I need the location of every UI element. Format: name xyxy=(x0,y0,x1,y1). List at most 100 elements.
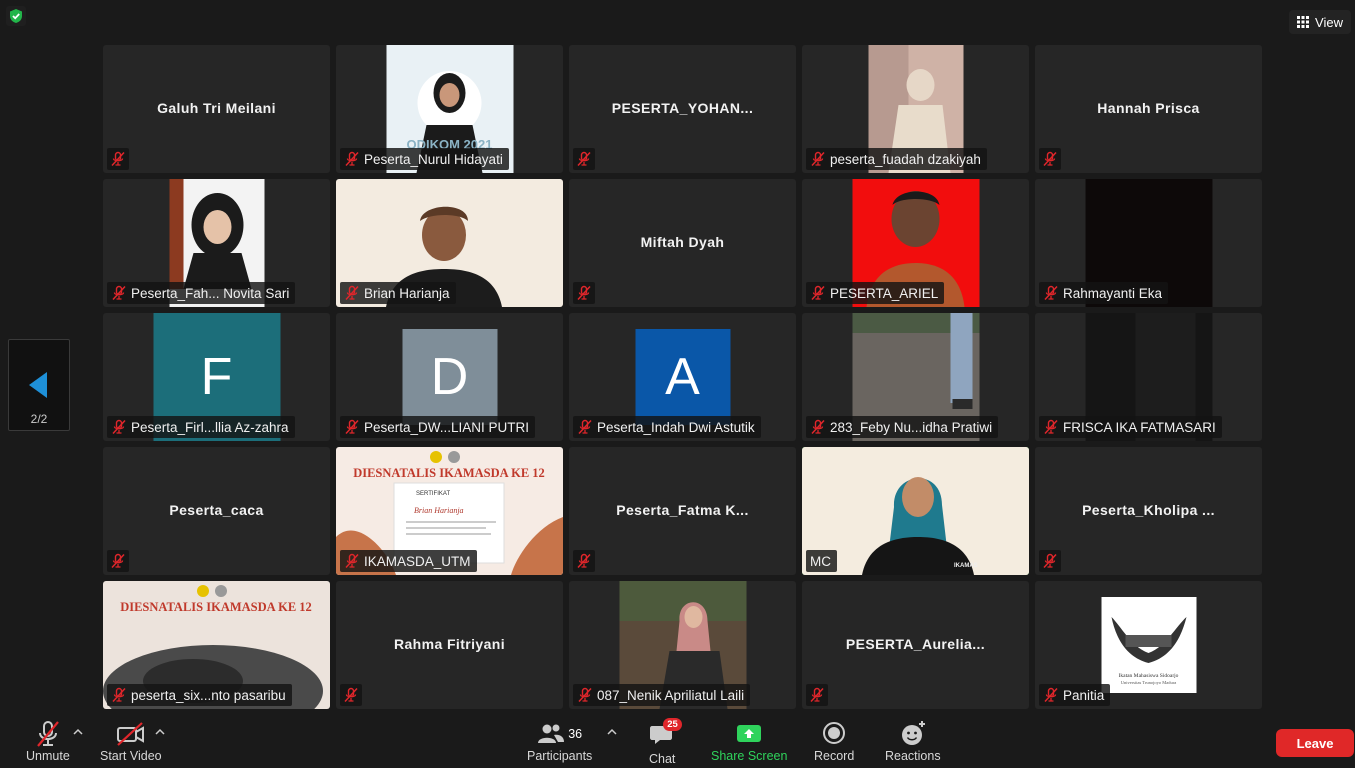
shirt-text: IKAMAS xyxy=(954,563,978,569)
participant-tile[interactable]: Miftah Dyah xyxy=(569,179,796,307)
participant-tile[interactable]: F Peserta_Firl...llia Az-zahra xyxy=(103,313,330,441)
participant-name: peserta_six...nto pasaribu xyxy=(131,687,286,703)
view-button[interactable]: View xyxy=(1289,10,1351,34)
record-label: Record xyxy=(814,749,855,763)
participant-tile[interactable]: D Peserta_DW...LIANI PUTRI xyxy=(336,313,563,441)
reactions-label: Reactions xyxy=(885,749,941,763)
participant-tile[interactable]: Peserta_Fah... Novita Sari xyxy=(103,179,330,307)
muted-mic-icon xyxy=(577,553,591,569)
participant-name-tag: IKAMASDA_UTM xyxy=(340,550,477,572)
participant-name-tag: FRISCA IKA FATMASARI xyxy=(1039,416,1222,438)
participants-options-chevron-up-icon[interactable] xyxy=(607,728,617,736)
share-screen-button[interactable]: Share Screen xyxy=(711,720,787,763)
participant-tile[interactable]: A Peserta_Indah Dwi Astutik xyxy=(569,313,796,441)
participant-name-large: Rahma Fitriyani xyxy=(393,636,506,653)
leave-button[interactable]: Leave xyxy=(1276,729,1354,757)
security-shield-icon[interactable] xyxy=(6,6,26,26)
participant-tile[interactable]: Peserta_caca xyxy=(103,447,330,575)
muted-mic-icon xyxy=(345,419,359,435)
participant-name-tag: Brian Harianja xyxy=(340,282,456,304)
participant-name-large: Galuh Tri Meilani xyxy=(157,100,276,117)
muted-mic-icon xyxy=(1044,419,1058,435)
participant-name-tag: peserta_fuadah dzakiyah xyxy=(806,148,987,170)
record-icon xyxy=(823,722,846,744)
chat-unread-badge: 25 xyxy=(663,718,682,731)
participant-name: IKAMASDA_UTM xyxy=(364,553,471,569)
participant-name-tag: Peserta_DW...LIANI PUTRI xyxy=(340,416,536,438)
muted-mic-icon xyxy=(1043,553,1057,569)
certificate-title: SERTIFIKAT xyxy=(416,491,450,497)
participant-tile[interactable]: peserta_fuadah dzakiyah xyxy=(802,45,1029,173)
muted-mic-icon xyxy=(811,285,825,301)
muted-microphone-icon xyxy=(37,721,59,747)
participant-tile[interactable]: FRISCA IKA FATMASARI xyxy=(1035,313,1262,441)
certificate-name: Brian Harianja xyxy=(414,506,464,515)
participant-tile[interactable]: Galuh Tri Meilani xyxy=(103,45,330,173)
chat-label: Chat xyxy=(649,752,676,766)
participant-tile[interactable]: Rahma Fitriyani xyxy=(336,581,563,709)
avatar: D xyxy=(402,329,497,425)
logo-text: Ikatan Mahasiswa Sidoarjo xyxy=(1118,673,1178,679)
participant-name: 283_Feby Nu...idha Pratiwi xyxy=(830,419,993,435)
unmute-label: Unmute xyxy=(26,749,70,763)
previous-page-button[interactable]: 2/2 xyxy=(8,339,70,431)
share-screen-label: Share Screen xyxy=(711,749,788,763)
start-video-button[interactable]: Start Video xyxy=(100,720,162,763)
record-button[interactable]: Record xyxy=(814,720,854,763)
unmute-button[interactable]: Unmute xyxy=(26,720,70,763)
participant-name: PESERTA_ARIEL xyxy=(830,285,939,301)
muted-mic-icon xyxy=(111,553,125,569)
banner-title: DIESNATALIS IKAMASDA KE 12 xyxy=(353,466,545,480)
participant-tile[interactable]: 283_Feby Nu...idha Pratiwi xyxy=(802,313,1029,441)
participant-name-tag xyxy=(1039,148,1061,170)
audio-options-chevron-up-icon[interactable] xyxy=(73,728,83,736)
view-label: View xyxy=(1315,14,1343,30)
participant-name-tag xyxy=(573,148,595,170)
muted-mic-icon xyxy=(345,285,359,301)
muted-mic-icon xyxy=(1044,285,1058,301)
participant-tile[interactable]: PESERTA_ARIEL xyxy=(802,179,1029,307)
video-options-chevron-up-icon[interactable] xyxy=(155,728,165,736)
participant-name-tag xyxy=(107,550,129,572)
participant-name-tag xyxy=(806,684,828,706)
participant-name-tag: 283_Feby Nu...idha Pratiwi xyxy=(806,416,999,438)
chat-button[interactable]: 25 Chat xyxy=(649,718,682,766)
muted-mic-icon xyxy=(345,553,359,569)
participants-count: 36 xyxy=(568,727,583,741)
participant-tile[interactable]: Hannah Prisca xyxy=(1035,45,1262,173)
participant-name: FRISCA IKA FATMASARI xyxy=(1063,419,1216,435)
muted-mic-icon xyxy=(345,151,359,167)
participants-button[interactable]: 36 Participants xyxy=(527,720,592,763)
participant-tile[interactable]: Peserta_Kholipa ... xyxy=(1035,447,1262,575)
participant-tile[interactable]: Ikatan Mahasiswa Sidoarjo Universitas Tr… xyxy=(1035,581,1262,709)
participant-video: Ikatan Mahasiswa Sidoarjo Universitas Tr… xyxy=(1101,597,1196,693)
muted-mic-icon xyxy=(1044,687,1058,703)
participant-tile[interactable]: 087_Nenik Apriliatul Laili xyxy=(569,581,796,709)
participant-name-tag: MC xyxy=(806,550,837,572)
participant-tile[interactable]: Peserta_Fatma K... xyxy=(569,447,796,575)
participant-name-tag xyxy=(340,684,362,706)
participant-name-large: Hannah Prisca xyxy=(1097,100,1200,117)
muted-mic-icon xyxy=(344,687,358,703)
participant-name-tag: peserta_six...nto pasaribu xyxy=(107,684,292,706)
participant-tile[interactable]: ODIKOM 2021 Peserta_Nurul Hidayati xyxy=(336,45,563,173)
participant-tile[interactable]: PESERTA_YOHAN... xyxy=(569,45,796,173)
participant-name: MC xyxy=(810,553,831,569)
participant-name: Peserta_DW...LIANI PUTRI xyxy=(364,419,530,435)
reactions-smiley-icon xyxy=(901,721,925,745)
participant-name: 087_Nenik Apriliatul Laili xyxy=(597,687,745,703)
participant-name-large: Peserta_Fatma K... xyxy=(616,502,749,519)
participant-tile[interactable]: Brian Harianja xyxy=(336,179,563,307)
participant-name: Rahmayanti Eka xyxy=(1063,285,1163,301)
video-off-icon xyxy=(116,722,144,746)
participant-tile[interactable]: DIESNATALIS IKAMASDA KE 12 SERTIFIKAT Br… xyxy=(336,447,563,575)
participant-tile[interactable]: PESERTA_Aurelia... xyxy=(802,581,1029,709)
participant-name-tag: 087_Nenik Apriliatul Laili xyxy=(573,684,751,706)
participant-name-tag: PESERTA_ARIEL xyxy=(806,282,945,304)
reactions-button[interactable]: Reactions xyxy=(885,720,941,763)
participant-tile-active-speaker[interactable]: IKAMAS MC xyxy=(802,447,1029,575)
muted-mic-icon xyxy=(811,151,825,167)
grid-view-icon xyxy=(1297,16,1310,28)
participant-tile[interactable]: DIESNATALIS IKAMASDA KE 12 peserta_six..… xyxy=(103,581,330,709)
participant-tile[interactable]: Rahmayanti Eka xyxy=(1035,179,1262,307)
